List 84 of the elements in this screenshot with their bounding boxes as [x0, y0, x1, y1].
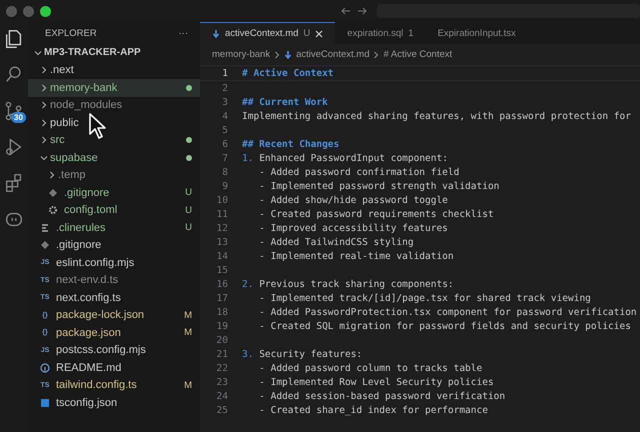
file-item[interactable]: .gitignore U	[28, 184, 200, 202]
code-text: - Implemented track/[id]/page.tsx for shared track viewing	[258, 292, 591, 304]
line-number: 13	[216, 236, 228, 248]
code-text: - Implemented real-time validation	[258, 250, 454, 262]
line-number: 18	[216, 306, 228, 318]
config-file-icon	[38, 398, 52, 408]
code-text: - Added session-based password verification	[258, 390, 506, 402]
code-text: - Created SQL migration for password fields and security policies	[258, 320, 631, 332]
line-number: 11	[216, 208, 228, 220]
editor-tab[interactable]: activeContext.md U	[200, 22, 336, 44]
info-icon	[38, 362, 52, 373]
maximize-window-icon[interactable]	[40, 6, 51, 16]
back-arrow-icon[interactable]	[341, 6, 351, 16]
code-text: - Implemented Row Level Security policies	[258, 376, 494, 388]
file-item[interactable]: README.md	[28, 359, 200, 376]
file-item[interactable]: .gitignore	[28, 236, 200, 254]
git-status: M	[184, 310, 192, 321]
breadcrumb-item[interactable]: memory-bank	[212, 49, 270, 60]
code-text: 2. Previous track sharing components:	[242, 278, 454, 290]
forward-arrow-icon[interactable]	[357, 6, 367, 16]
code-text: - Added PasswordProtection.tsx component for password verification	[258, 306, 637, 318]
line-number: 9	[221, 180, 228, 192]
count-badge: 30	[11, 112, 26, 123]
line-number: 22	[216, 362, 228, 374]
gear-icon	[46, 205, 60, 216]
line-number: 20	[216, 334, 228, 346]
file-item[interactable]: .clinerules U	[28, 219, 200, 236]
code-text: - Improved accessibility features	[258, 222, 448, 234]
line-number: 8	[221, 166, 228, 178]
git-status: U	[185, 222, 192, 234]
line-number: 2	[221, 82, 228, 94]
folder-item[interactable]: memory-bank	[28, 79, 200, 96]
line-number: 23	[216, 376, 228, 388]
line-number: 4	[221, 110, 228, 122]
file-item[interactable]: tsconfig.json	[28, 394, 200, 412]
line-number: 21	[216, 348, 228, 360]
code-text: - Implemented password strength validation	[258, 180, 500, 192]
file-item[interactable]: config.toml U	[28, 202, 200, 219]
line-number: 25	[216, 404, 228, 416]
line-number: 1	[221, 68, 228, 78]
folder-item[interactable]: .next	[28, 62, 200, 79]
folder-item[interactable]: supabase	[28, 149, 200, 166]
line-number: 3	[221, 96, 228, 108]
line-number: 6	[221, 138, 228, 150]
line-number: 24	[216, 390, 228, 402]
line-number: 14	[216, 250, 228, 262]
git-status: U	[185, 187, 192, 198]
breadcrumb-item[interactable]: # Active Context	[383, 49, 452, 60]
code-text: ## Current Work	[242, 96, 328, 108]
folder-item[interactable]: public	[28, 114, 200, 132]
explorer-title: EXPLORER	[45, 28, 97, 38]
code-text: - Created password requirements checklist	[258, 208, 494, 220]
chevron-right-icon	[373, 50, 380, 58]
arrow-down-icon	[212, 28, 220, 38]
code-text: - Added show/hide password toggle	[258, 194, 448, 206]
folder-item[interactable]: .temp	[28, 166, 200, 184]
line-number: 19	[216, 320, 228, 332]
folder-item[interactable]: node_modules	[28, 96, 200, 114]
line-number: 10	[216, 194, 228, 206]
breadcrumb-item[interactable]: activeContext.md	[296, 49, 370, 60]
code-text: - Added TailwindCSS styling	[258, 236, 414, 248]
code-text: Implementing advanced sharing features, with password protection for	[242, 110, 631, 122]
arrow-down-icon	[284, 50, 292, 60]
line-number: 7	[221, 152, 228, 164]
code-text: 1. Enhanced PasswordInput component:	[242, 152, 448, 164]
code-text: ## Recent Changes	[242, 138, 340, 150]
git-status: M	[184, 380, 192, 391]
line-number: 5	[221, 124, 228, 136]
more-actions[interactable]: ···	[178, 28, 188, 38]
code-text: # Active Context	[242, 68, 334, 78]
line-number: 15	[216, 264, 228, 276]
git-status: U	[185, 204, 192, 216]
project-root[interactable]: MP3-TRACKER-APP	[28, 44, 200, 62]
code-text: - Added password confirmation field	[258, 166, 460, 178]
line-number: 12	[216, 222, 228, 234]
chevron-right-icon	[274, 50, 280, 58]
line-number: 16	[216, 278, 228, 290]
code-text: - Added password column to tracks table	[258, 362, 482, 374]
mouse-pointer-icon	[88, 112, 108, 140]
code-text: 3. Security features:	[242, 348, 362, 360]
code-text: - Created share_id index for performance	[258, 404, 488, 416]
close-icon[interactable]	[315, 30, 324, 38]
git-status: M	[184, 327, 192, 338]
line-number: 17	[216, 292, 228, 304]
